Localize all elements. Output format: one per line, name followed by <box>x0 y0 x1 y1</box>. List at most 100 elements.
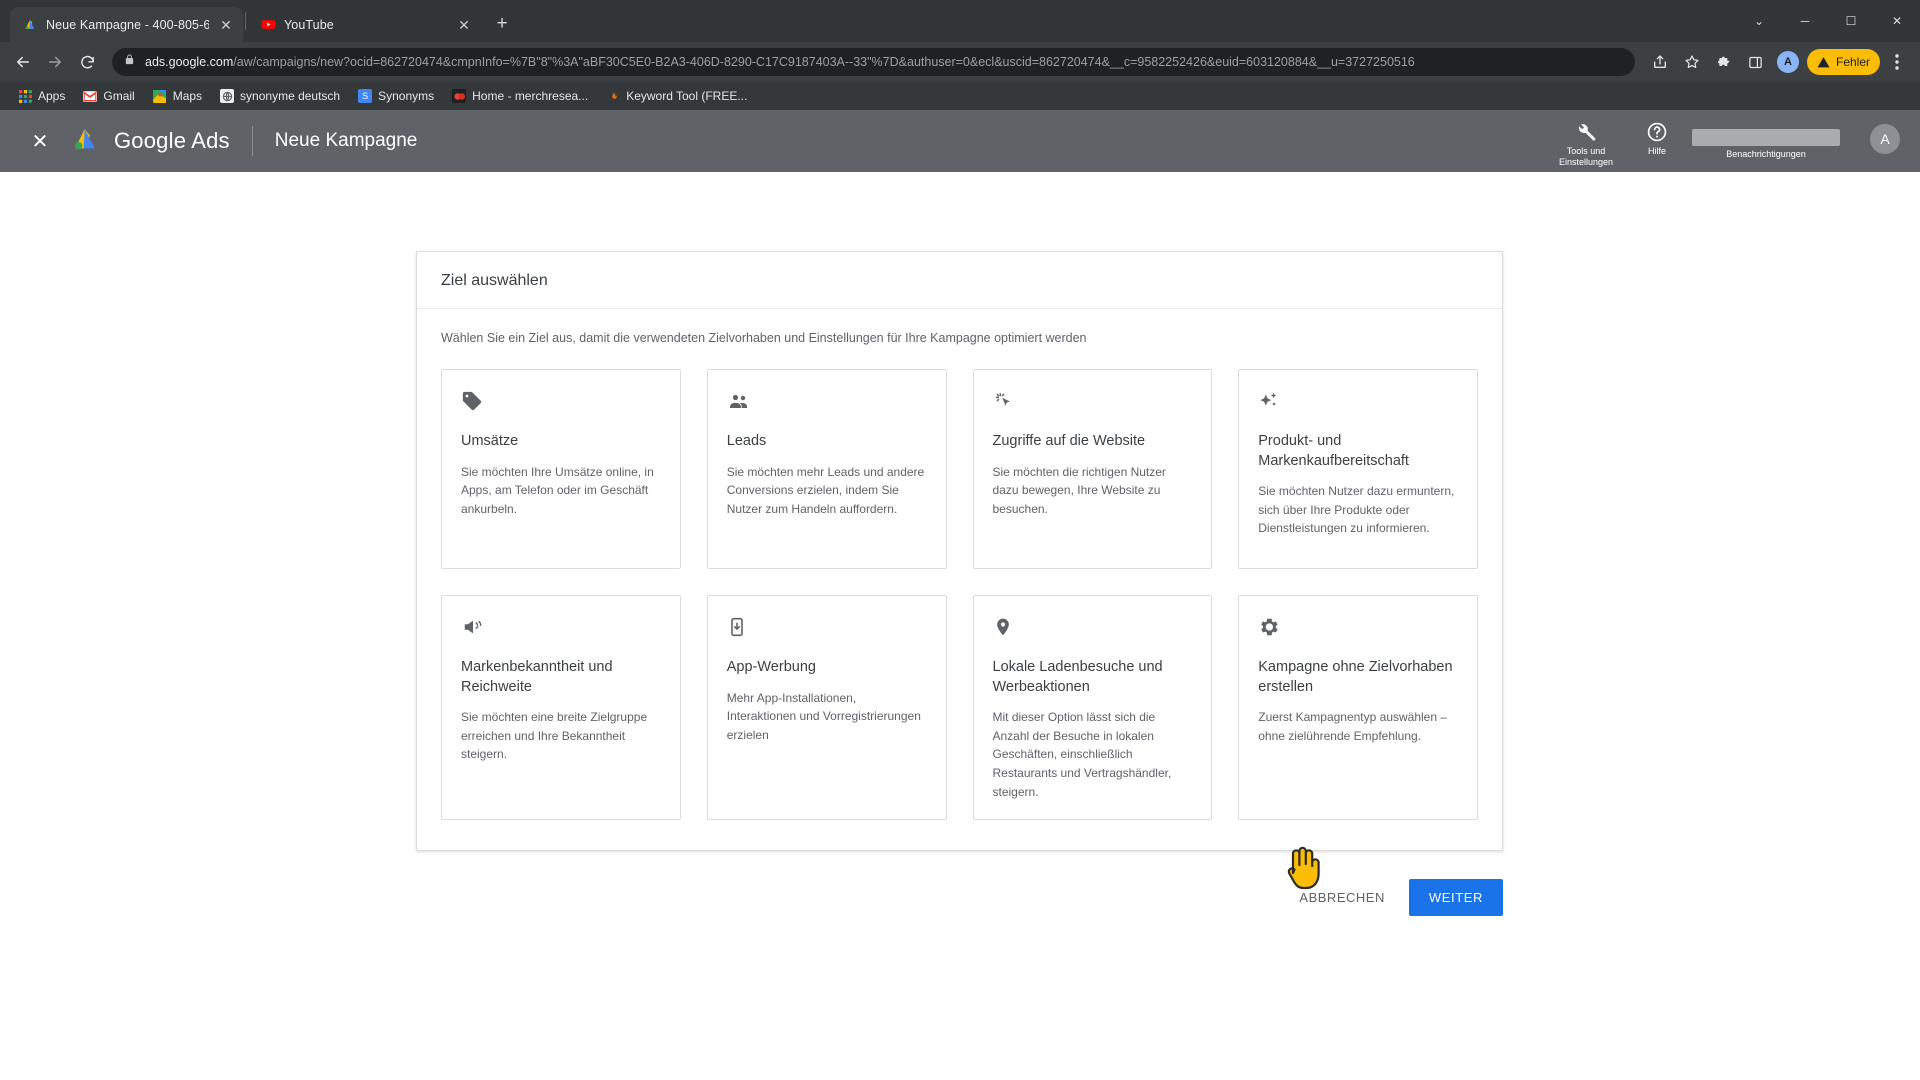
goal-card-local-store-visits[interactable]: Lokale Ladenbesuche und Werbeaktionen Mi… <box>972 595 1213 821</box>
notifications-placeholder-bar <box>1692 129 1840 147</box>
goal-description: Sie möchten eine breite Zielgruppe errei… <box>461 710 648 762</box>
bookmark-label: Keyword Tool (FREE... <box>626 89 748 103</box>
maximize-icon[interactable]: ☐ <box>1828 0 1874 42</box>
maps-icon <box>153 89 167 103</box>
url-text: ads.google.com/aw/campaigns/new?ocid=862… <box>145 55 1623 69</box>
goal-description: Mit dieser Option lässt sich die Anzahl … <box>992 710 1172 799</box>
merch-icon <box>452 89 467 103</box>
goal-selection-dialog: Ziel auswählen Wählen Sie ein Ziel aus, … <box>416 251 1503 852</box>
dialog-title: Ziel auswählen <box>417 252 1502 309</box>
tools-label: Tools und Einstellungen <box>1558 146 1614 167</box>
location-pin-icon <box>993 616 1193 646</box>
bookmark-synonyme-deutsch[interactable]: synonyme deutsch <box>212 86 348 106</box>
keyword-tool-icon <box>606 89 620 103</box>
url-domain: ads.google.com <box>145 55 234 69</box>
bookmark-synonyms[interactable]: S Synonyms <box>350 86 442 106</box>
google-ads-logo <box>70 123 102 160</box>
people-icon <box>727 390 927 420</box>
goal-card-app-promotion[interactable]: App-Werbung Mehr App-Installationen, Int… <box>706 595 947 821</box>
goal-card-brand-consideration[interactable]: Produkt- und Markenkaufbereitschaft Sie … <box>1238 369 1478 569</box>
share-icon[interactable] <box>1645 47 1675 77</box>
cancel-button[interactable]: ABBRECHEN <box>1283 880 1400 915</box>
wrench-icon <box>1578 124 1596 141</box>
status-badge-error[interactable]: Fehler <box>1806 49 1880 75</box>
gmail-icon <box>83 89 98 103</box>
reload-icon[interactable] <box>72 47 102 77</box>
next-button[interactable]: WEITER <box>1408 879 1503 916</box>
sidepanel-icon[interactable] <box>1741 47 1771 77</box>
goal-title: Zugriffe auf die Website <box>992 433 1146 449</box>
bookmark-label: Gmail <box>103 89 135 103</box>
gear-icon <box>1258 616 1458 646</box>
puzzle-icon[interactable] <box>1709 47 1739 77</box>
bookmark-maps[interactable]: Maps <box>145 86 210 106</box>
back-icon[interactable] <box>8 47 38 77</box>
sparkle-icon <box>1258 390 1458 420</box>
star-icon[interactable] <box>1677 47 1707 77</box>
new-tab-button[interactable]: + <box>487 9 517 39</box>
bookmark-keyword-tool[interactable]: Keyword Tool (FREE... <box>598 86 755 106</box>
error-chip-label: Fehler <box>1835 55 1870 69</box>
goal-description: Sie möchten die richtigen Nutzer dazu be… <box>992 464 1166 516</box>
notifications-label: Benachrichtigungen <box>1726 149 1806 160</box>
apps-grid-icon <box>18 89 32 103</box>
goal-card-leads[interactable]: Leads Sie möchten mehr Leads und andere … <box>706 369 947 569</box>
thesaurus-icon <box>220 89 235 103</box>
window-controls: ⌄ ─ ☐ ✕ <box>1736 0 1920 42</box>
avatar[interactable]: A <box>1870 124 1900 155</box>
url-path: /aw/campaigns/new?ocid=862720474&cmpnInf… <box>233 55 1415 69</box>
bookmark-gmail[interactable]: Gmail <box>75 86 142 106</box>
window-close-icon[interactable]: ✕ <box>1874 0 1920 42</box>
close-campaign-button[interactable]: ✕ <box>20 121 60 161</box>
mobile-app-icon <box>727 616 927 646</box>
google-ads-brand[interactable]: Google Ads <box>70 123 230 160</box>
browser-toolbar: ads.google.com/aw/campaigns/new?ocid=862… <box>0 42 1920 82</box>
goal-title: App-Werbung <box>726 659 816 675</box>
goal-card-umsaetze[interactable]: Umsätze Sie möchten Ihre Umsätze online,… <box>441 369 681 569</box>
goal-card-no-goal[interactable]: Kampagne ohne Zielvorhaben erstellen Zue… <box>1238 595 1478 821</box>
goal-description: Zuerst Kampagnentyp auswählen – ohne zie… <box>1258 710 1448 743</box>
header-actions: Tools und Einstellungen Hilfe Benachrich… <box>1550 115 1900 167</box>
bookmark-apps[interactable]: Apps <box>10 86 73 106</box>
chevron-down-icon[interactable]: ⌄ <box>1736 0 1782 42</box>
minimize-icon[interactable]: ─ <box>1782 0 1828 42</box>
forward-icon[interactable] <box>40 47 70 77</box>
notifications-button[interactable]: Benachrichtigungen <box>1692 121 1840 159</box>
tools-and-settings-button[interactable]: Tools und Einstellungen <box>1550 121 1622 167</box>
goal-title: Kampagne ohne Zielvorhaben erstellen <box>1258 659 1453 695</box>
lock-icon <box>124 53 136 71</box>
goal-description: Sie möchten Nutzer dazu ermuntern, sich … <box>1258 484 1455 536</box>
bookmark-label: Maps <box>172 89 203 103</box>
profile-avatar[interactable]: A <box>1776 51 1799 73</box>
bookmark-label: Apps <box>38 89 66 103</box>
goal-title: Leads <box>726 433 767 449</box>
browser-chrome: Neue Kampagne - 400-805-6921 ✕ YouTube ✕… <box>0 0 1920 110</box>
help-button[interactable]: Hilfe <box>1646 121 1668 156</box>
bookmark-label: synonyme deutsch <box>240 89 341 103</box>
dialog-body: Wählen Sie ein Ziel aus, damit die verwe… <box>417 309 1502 850</box>
click-cursor-icon <box>993 390 1193 420</box>
tab-divider <box>245 12 246 30</box>
goal-description: Mehr App-Installationen, Interaktionen u… <box>726 690 921 742</box>
browser-tab-youtube[interactable]: YouTube ✕ <box>248 7 481 42</box>
goal-cards-grid: Umsätze Sie möchten Ihre Umsätze online,… <box>441 369 1478 821</box>
megaphone-icon <box>461 616 661 646</box>
goal-description: Sie möchten Ihre Umsätze online, in Apps… <box>461 464 654 516</box>
browser-tab-google-ads[interactable]: Neue Kampagne - 400-805-6921 ✕ <box>10 7 243 42</box>
bookmark-label: Synonyms <box>378 89 435 103</box>
goal-description: Sie möchten mehr Leads und andere Conver… <box>726 464 925 516</box>
bookmark-label: Home - merchresea... <box>472 89 589 103</box>
page-title: Neue Kampagne <box>274 130 418 151</box>
goal-card-website-traffic[interactable]: Zugriffe auf die Website Sie möchten die… <box>972 369 1213 569</box>
google-ads-icon <box>22 17 38 33</box>
synonyms-icon: S <box>358 89 373 103</box>
bookmark-home-merchresearch[interactable]: Home - merchresea... <box>444 86 596 106</box>
goal-title: Umsätze <box>461 433 519 449</box>
address-bar[interactable]: ads.google.com/aw/campaigns/new?ocid=862… <box>112 48 1635 76</box>
app-header: ✕ Google Ads Neue Kampagne Tools und Ein… <box>0 110 1920 172</box>
close-icon[interactable]: ✕ <box>455 16 473 34</box>
close-icon[interactable]: ✕ <box>217 16 235 34</box>
goal-card-brand-awareness[interactable]: Markenbekanntheit und Reichweite Sie möc… <box>441 595 681 821</box>
goal-title: Produkt- und Markenkaufbereitschaft <box>1258 433 1409 469</box>
kebab-menu-icon[interactable] <box>1882 47 1912 77</box>
